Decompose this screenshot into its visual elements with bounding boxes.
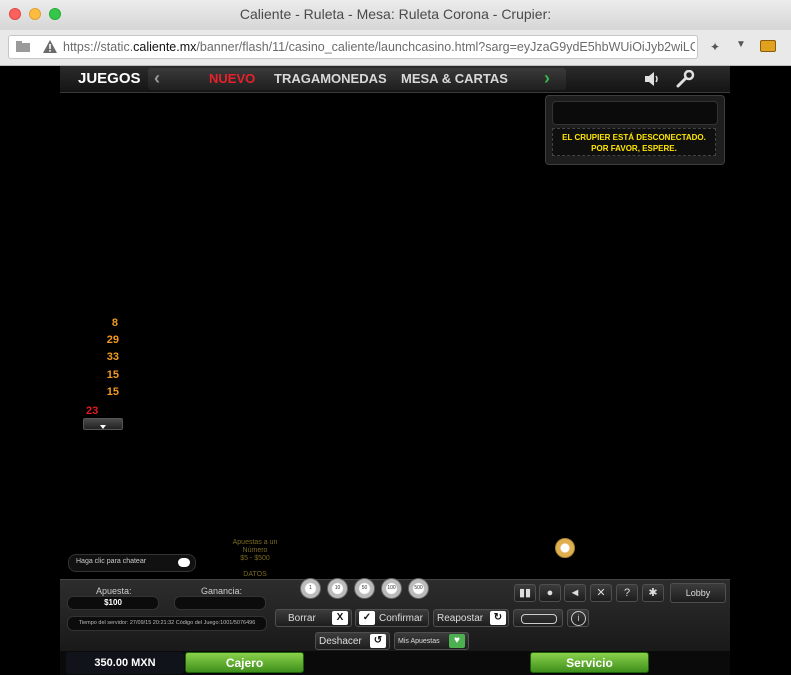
help-icon[interactable]: ? [616, 584, 638, 602]
datos-link[interactable]: DATOS [224, 571, 286, 579]
ganancia-label: Ganancia: [201, 586, 243, 596]
chip-50[interactable]: 50 [354, 578, 375, 599]
ganancia-field [174, 596, 266, 610]
ruler-icon[interactable] [760, 40, 776, 52]
racetrack-icon [521, 614, 557, 624]
servicio-button[interactable]: Servicio [530, 652, 649, 673]
history-number-latest: 23 [86, 405, 99, 417]
apuesta-label: Apuesta: [96, 586, 132, 596]
deshacer-label: Deshacer [319, 636, 362, 647]
borrar-label: Borrar [288, 613, 316, 624]
window-title: Caliente - Ruleta - Mesa: Ruleta Corona … [239, 6, 552, 22]
borrar-button[interactable]: Borrar X [275, 609, 352, 627]
cajero-button[interactable]: Cajero [185, 652, 304, 673]
extension-icon[interactable]: ✦ [710, 40, 726, 54]
nav-item-tragamonedas[interactable]: TRAGAMONEDAS [274, 71, 387, 86]
warning-icon [43, 40, 57, 53]
apuesta-value: $100 [104, 598, 122, 607]
history-number: 15 [106, 386, 119, 398]
url-field[interactable]: https://static.caliente.mx/banner/flash/… [8, 35, 698, 59]
reapostar-button[interactable]: Reapostar ↻ [433, 609, 509, 627]
dealer-status-panel: EL CRUPIER ESTÁ DESCONECTADO. POR FAVOR,… [545, 95, 725, 165]
history-expand-button[interactable] [83, 418, 123, 430]
speaker-icon-small[interactable]: ◄ [564, 584, 586, 602]
site-icon [16, 41, 30, 52]
history-number: 29 [106, 334, 119, 346]
nav-item-nuevo[interactable]: NUEVO [209, 71, 255, 86]
confirmar-button[interactable]: ✓ Confirmar [355, 609, 429, 627]
caret-down-icon [100, 425, 106, 429]
game-nav: JUEGOS ‹ NUEVO TRAGAMONEDAS MESA & CARTA… [60, 66, 730, 93]
dealer-message: EL CRUPIER ESTÁ DESCONECTADO. POR FAVOR,… [552, 128, 716, 156]
dealer-message-line1: EL CRUPIER ESTÁ DESCONECTADO. [562, 133, 706, 142]
reapostar-label: Reapostar [437, 613, 484, 624]
chevron-right-icon[interactable]: › [544, 68, 550, 89]
chip-500[interactable]: 500 [408, 578, 429, 599]
address-bar-area: https://static.caliente.mx/banner/flash/… [0, 30, 791, 66]
mis-apuestas-label: Mis Apuestas [398, 638, 440, 645]
confirmar-label: Confirmar [379, 613, 423, 624]
lobby-button[interactable]: Lobby [670, 583, 726, 603]
chip-1[interactable]: 1 [300, 578, 321, 599]
repeat-icon: ↻ [490, 611, 506, 625]
info-button[interactable]: i [567, 609, 589, 627]
juegos-title[interactable]: JUEGOS [78, 70, 141, 87]
bet-limits-line3: $5 - $500 [240, 555, 270, 562]
wrench-icon[interactable] [675, 70, 695, 88]
chat-input[interactable]: Haga clic para chatear [68, 554, 196, 572]
url-text: https://static.caliente.mx/banner/flash/… [63, 40, 695, 54]
check-icon: ✓ [359, 611, 375, 625]
nav-item-mesa-cartas[interactable]: MESA & CARTAS [401, 71, 508, 86]
racetrack-button[interactable] [513, 609, 563, 627]
history-number: 33 [106, 351, 119, 363]
apuesta-field: $100 [67, 596, 159, 610]
chevron-down-icon[interactable]: ▼ [736, 39, 746, 50]
stats-icon[interactable]: ▮▮ [514, 584, 536, 602]
history-number: 15 [106, 369, 119, 381]
bet-limits-line1: Apuestas a un [232, 539, 278, 546]
fullscreen-icon[interactable]: ✕ [590, 584, 612, 602]
gear-icon[interactable]: ✱ [642, 584, 664, 602]
chip-icon [555, 538, 575, 558]
mis-apuestas-button[interactable]: Mis Apuestas ♥ [394, 632, 469, 650]
bottom-bar: 350.00 MXN Cajero Servicio [60, 651, 730, 675]
chip-100[interactable]: 100 [381, 578, 402, 599]
undo-icon: ↺ [370, 634, 386, 648]
history-number: 8 [111, 317, 118, 329]
chevron-left-icon[interactable]: ‹ [154, 68, 160, 89]
chat-placeholder: Haga clic para chatear [76, 558, 147, 565]
info-icon: i [571, 611, 586, 626]
x-icon: X [332, 611, 348, 625]
chat-icon[interactable]: ● [539, 584, 561, 602]
window-titlebar: Caliente - Ruleta - Mesa: Ruleta Corona … [0, 0, 791, 30]
speaker-icon[interactable] [643, 70, 661, 88]
bet-limits-info: Apuestas a un Número $5 - $500 DATOS [224, 539, 286, 579]
bet-limits-line2: Número [242, 547, 268, 554]
chat-bubble-icon [178, 558, 190, 567]
deshacer-button[interactable]: Deshacer ↺ [315, 632, 390, 650]
dealer-name-field [552, 101, 718, 125]
heart-icon: ♥ [449, 634, 465, 648]
chip-10[interactable]: 10 [327, 578, 348, 599]
server-time: Tiempo del servidor: 27/09/15 20:21:32 C… [67, 616, 267, 631]
balance-display: 350.00 MXN [66, 652, 184, 674]
dealer-message-line2: POR FAVOR, ESPERE. [591, 144, 677, 153]
